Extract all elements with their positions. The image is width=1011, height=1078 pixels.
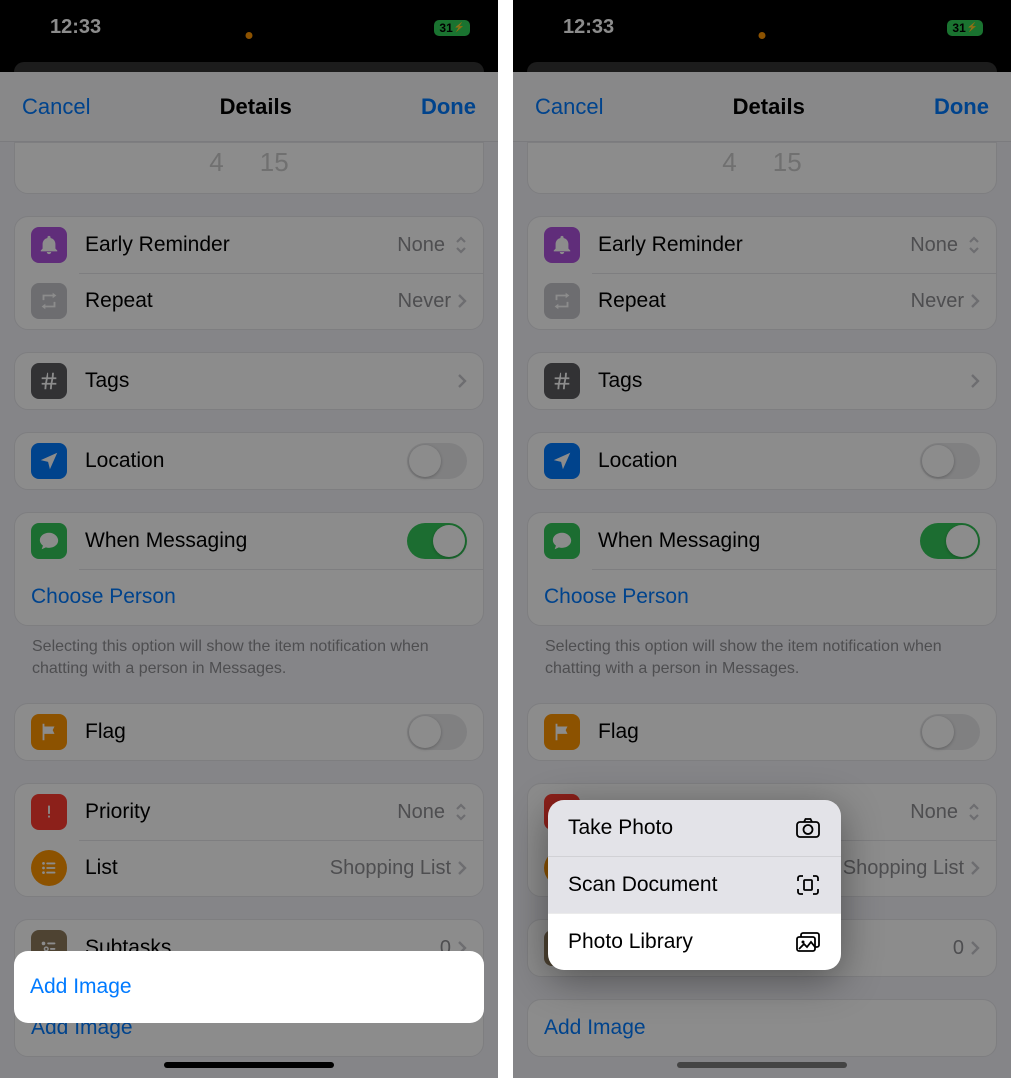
battery-badge: 31⚡ <box>947 20 983 36</box>
repeat-row[interactable]: Repeat Never <box>15 273 483 329</box>
exclamation-icon <box>31 794 67 830</box>
add-image-button[interactable]: Add Image <box>528 1000 996 1056</box>
home-indicator[interactable] <box>677 1062 847 1068</box>
bell-icon <box>31 227 67 263</box>
location-arrow-icon <box>544 443 580 479</box>
flag-row[interactable]: Flag <box>528 704 996 760</box>
messaging-toggle[interactable] <box>407 523 467 559</box>
menu-scan-document[interactable]: Scan Document <box>548 856 841 913</box>
updown-icon <box>455 236 467 254</box>
status-time: 12:33 <box>563 16 614 39</box>
right-screenshot: 12:33 31⚡ Cancel Details Done 415 Early … <box>513 0 1011 1078</box>
bell-icon <box>544 227 580 263</box>
choose-person-row[interactable]: Choose Person <box>528 569 996 625</box>
done-button[interactable]: Done <box>421 94 476 120</box>
list-icon <box>31 850 67 886</box>
menu-take-photo[interactable]: Take Photo <box>548 800 841 856</box>
repeat-row[interactable]: Repeat Never <box>528 273 996 329</box>
camera-icon <box>795 817 821 839</box>
chevron-right-icon <box>457 860 467 876</box>
location-row[interactable]: Location <box>15 433 483 489</box>
nav-bar: Cancel Details Done <box>513 72 1011 142</box>
location-toggle[interactable] <box>920 443 980 479</box>
done-button[interactable]: Done <box>934 94 989 120</box>
menu-photo-library[interactable]: Photo Library <box>548 913 841 970</box>
messages-icon <box>544 523 580 559</box>
location-arrow-icon <box>31 443 67 479</box>
left-screenshot: 12:33 31⚡ Cancel Details Done 415 <box>0 0 498 1078</box>
updown-icon <box>455 803 467 821</box>
hash-icon <box>544 363 580 399</box>
flag-toggle[interactable] <box>407 714 467 750</box>
photo-library-icon <box>795 931 821 953</box>
add-image-button[interactable]: Add Image <box>14 951 484 1023</box>
status-bar: 12:33 31⚡ <box>0 0 498 55</box>
list-row[interactable]: List Shopping List <box>15 840 483 896</box>
cancel-button[interactable]: Cancel <box>22 94 90 120</box>
nav-title: Details <box>220 94 292 120</box>
location-row[interactable]: Location <box>528 433 996 489</box>
location-toggle[interactable] <box>407 443 467 479</box>
status-bar: 12:33 31⚡ <box>513 0 1011 55</box>
recording-indicator-dot <box>246 32 253 39</box>
repeat-icon <box>31 283 67 319</box>
cancel-button[interactable]: Cancel <box>535 94 603 120</box>
choose-person-row[interactable]: Choose Person <box>15 569 483 625</box>
early-reminder-row[interactable]: Early Reminder None <box>528 217 996 273</box>
messaging-toggle[interactable] <box>920 523 980 559</box>
flag-icon <box>31 714 67 750</box>
nav-title: Details <box>733 94 805 120</box>
details-sheet: Cancel Details Done 415 Early Reminder <box>0 72 498 1078</box>
scan-icon <box>795 874 821 896</box>
flag-row[interactable]: Flag <box>15 704 483 760</box>
chevron-right-icon <box>457 293 467 309</box>
status-time: 12:33 <box>50 16 101 39</box>
time-picker-fade: 415 <box>15 143 483 193</box>
tags-row[interactable]: Tags <box>15 353 483 409</box>
flag-toggle[interactable] <box>920 714 980 750</box>
nav-bar: Cancel Details Done <box>0 72 498 142</box>
when-messaging-row[interactable]: When Messaging <box>528 513 996 569</box>
early-reminder-row[interactable]: Early Reminder None <box>15 217 483 273</box>
tags-row[interactable]: Tags <box>528 353 996 409</box>
hash-icon <box>31 363 67 399</box>
when-messaging-row[interactable]: When Messaging <box>15 513 483 569</box>
home-indicator[interactable] <box>164 1062 334 1068</box>
messages-icon <box>31 523 67 559</box>
flag-icon <box>544 714 580 750</box>
add-image-menu: Take Photo Scan Document Photo Library <box>548 800 841 970</box>
messaging-footer: Selecting this option will show the item… <box>14 626 484 681</box>
recording-indicator-dot <box>759 32 766 39</box>
battery-badge: 31⚡ <box>434 20 470 36</box>
priority-row[interactable]: Priority None <box>15 784 483 840</box>
chevron-right-icon <box>457 373 467 389</box>
repeat-icon <box>544 283 580 319</box>
